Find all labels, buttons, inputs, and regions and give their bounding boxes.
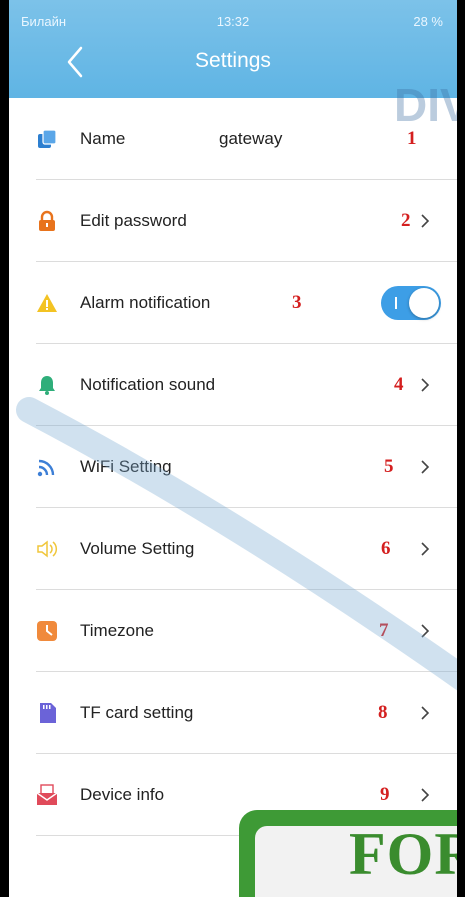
- marker-number: 8: [378, 702, 388, 723]
- clock-icon: [37, 621, 57, 641]
- device-name-value: gateway: [219, 129, 283, 148]
- inbox-icon: [36, 784, 58, 805]
- row-label: Volume Setting: [80, 539, 195, 558]
- speaker-icon: [37, 540, 58, 558]
- name-icon: [38, 129, 57, 148]
- status-bar: Билайн 13:32 28 %: [9, 14, 457, 34]
- marker-number: 2: [401, 210, 411, 231]
- row-label: Edit password: [80, 211, 187, 230]
- chevron-right-icon: [421, 542, 430, 556]
- phone-screen: Билайн 13:32 28 % Settings Name gateway …: [0, 0, 465, 897]
- row-label: Timezone: [80, 621, 155, 640]
- marker-number: 5: [384, 456, 394, 477]
- alarm-notification-toggle[interactable]: [381, 286, 441, 320]
- wifi-icon: [37, 459, 55, 477]
- marker-number: 6: [381, 538, 391, 559]
- setting-row-notification-sound[interactable]: Notification sound 4: [9, 344, 457, 426]
- bell-icon: [39, 376, 55, 395]
- chevron-right-icon: [421, 706, 430, 720]
- setting-row-edit-password[interactable]: Edit password 2: [9, 180, 457, 262]
- sd-card-icon: [40, 703, 56, 723]
- row-label: WiFi Setting: [80, 457, 172, 476]
- setting-row-tf-card[interactable]: TF card setting 8: [9, 672, 457, 754]
- marker-number: 3: [292, 292, 302, 313]
- settings-list: Name gateway 1 Edit password 2 Alarm not…: [9, 98, 457, 836]
- toggle-knob: [409, 288, 439, 318]
- lock-icon: [39, 210, 55, 231]
- setting-row-volume[interactable]: Volume Setting 6: [9, 508, 457, 590]
- watermark-stamp: FOR: [239, 810, 457, 897]
- chevron-right-icon: [421, 378, 430, 392]
- row-label: Alarm notification: [80, 293, 211, 312]
- marker-number: 4: [394, 374, 404, 395]
- toggle-on-mark: [395, 297, 397, 309]
- status-time: 13:32: [216, 14, 250, 29]
- setting-row-wifi[interactable]: WiFi Setting 5: [9, 426, 457, 508]
- setting-row-name[interactable]: Name gateway 1: [9, 98, 457, 180]
- stamp-text: FOR: [349, 821, 457, 887]
- nav-header: Билайн 13:32 28 % Settings: [9, 0, 457, 98]
- battery-label: 28 %: [413, 14, 443, 29]
- marker-number: 7: [379, 620, 389, 641]
- setting-row-timezone[interactable]: Timezone 7: [9, 590, 457, 672]
- row-label: Name: [80, 129, 126, 148]
- chevron-right-icon: [421, 214, 430, 228]
- marker-number: 1: [407, 128, 417, 149]
- warning-icon: [37, 294, 57, 312]
- page-title: Settings: [195, 49, 271, 72]
- marker-number: 9: [380, 784, 390, 805]
- row-label: Notification sound: [80, 375, 216, 394]
- chevron-right-icon: [421, 624, 430, 638]
- row-label: Device info: [80, 785, 165, 804]
- chevron-right-icon: [421, 788, 430, 802]
- chevron-right-icon: [421, 460, 430, 474]
- setting-row-alarm-notification: Alarm notification 3: [9, 262, 457, 344]
- row-label: TF card setting: [80, 703, 194, 722]
